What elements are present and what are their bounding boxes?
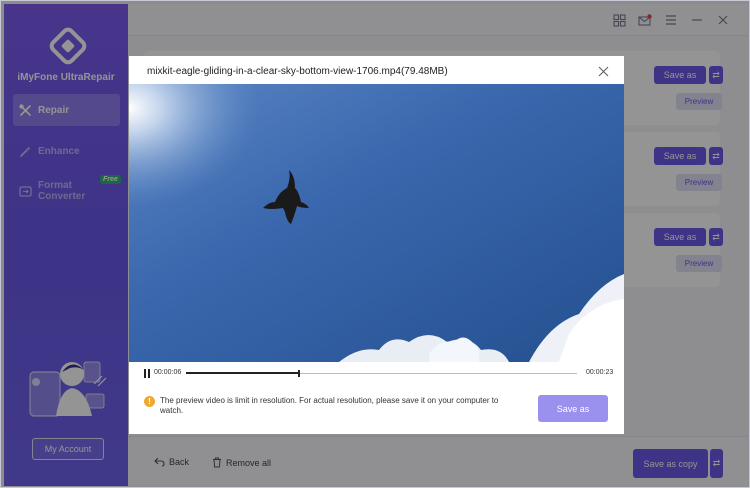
current-time: 00:00:06 bbox=[154, 369, 182, 376]
warning-icon: ! bbox=[144, 396, 155, 407]
seek-bar-handle[interactable] bbox=[298, 370, 301, 377]
video-controls: 00:00:06 00:00:23 bbox=[129, 362, 624, 384]
preview-modal: mixkit-eagle-gliding-in-a-clear-sky-bott… bbox=[129, 56, 624, 434]
close-icon[interactable] bbox=[597, 65, 609, 77]
seek-bar[interactable] bbox=[186, 370, 577, 377]
total-time: 00:00:23 bbox=[586, 369, 614, 376]
app-window: iMyFone UltraRepair Repair Enhance Forma… bbox=[0, 0, 750, 488]
pause-icon[interactable] bbox=[143, 368, 153, 378]
modal-title: mixkit-eagle-gliding-in-a-clear-sky-bott… bbox=[147, 66, 448, 77]
resolution-notice: The preview video is limit in resolution… bbox=[160, 396, 499, 415]
seek-bar-progress bbox=[186, 372, 300, 374]
video-player[interactable] bbox=[129, 84, 624, 362]
modal-save-as-button[interactable]: Save as bbox=[538, 395, 608, 422]
